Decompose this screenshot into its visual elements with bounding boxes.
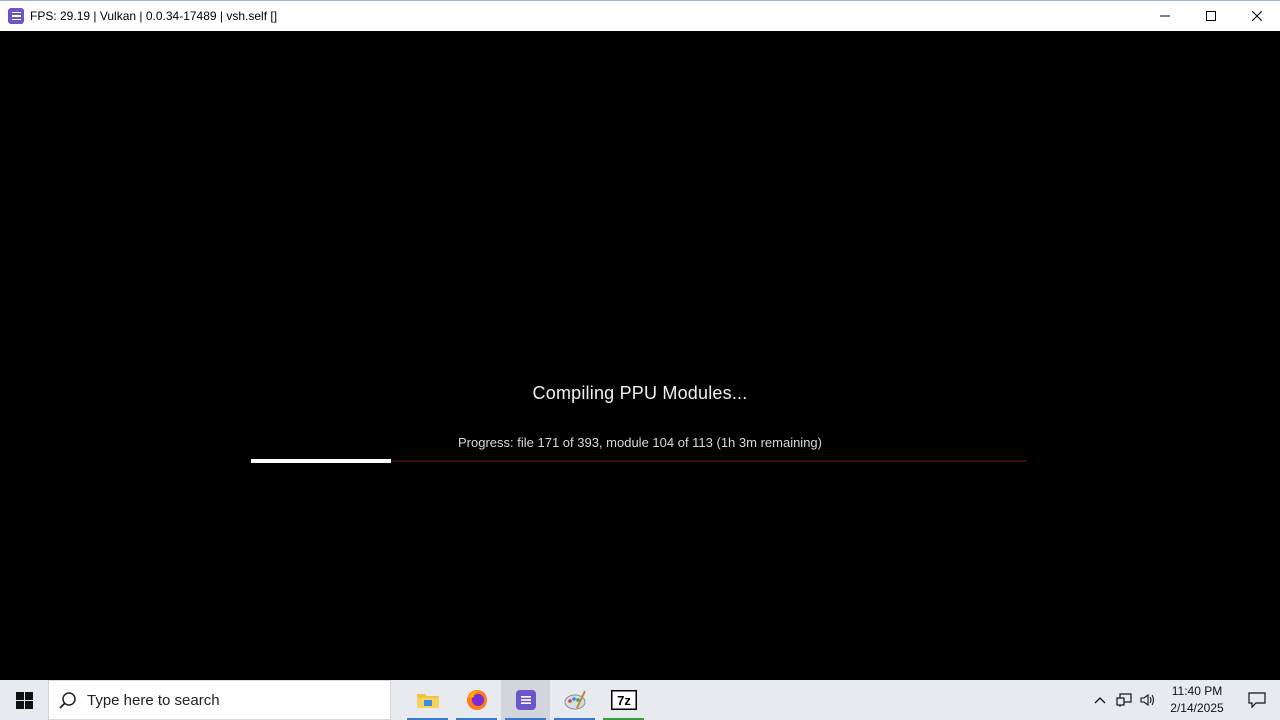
minimize-icon: [1160, 15, 1170, 17]
volume-icon[interactable]: [1136, 680, 1160, 720]
network-icon[interactable]: [1112, 680, 1136, 720]
close-button[interactable]: [1234, 1, 1280, 31]
taskbar: Type here to search 7z 11:40 PM 2/14/202…: [0, 680, 1280, 720]
firefox-icon: [466, 690, 487, 710]
search-placeholder: Type here to search: [87, 691, 220, 709]
paint-icon: [564, 690, 586, 710]
svg-text:7z: 7z: [617, 693, 631, 708]
close-icon: [1252, 11, 1262, 21]
taskbar-7zip[interactable]: 7z: [599, 680, 648, 720]
progress-bar: [251, 459, 1027, 463]
taskbar-paint[interactable]: [550, 680, 599, 720]
rpcs3-window: FPS: 29.19 | Vulkan | 0.0.34-17489 | vsh…: [0, 0, 1280, 720]
taskbar-file-explorer[interactable]: [403, 680, 452, 720]
progress-bar-fill: [251, 459, 391, 463]
tray-chevron-up-icon[interactable]: [1088, 680, 1112, 720]
title-bar[interactable]: FPS: 29.19 | Vulkan | 0.0.34-17489 | vsh…: [0, 0, 1280, 31]
maximize-icon: [1206, 11, 1216, 21]
maximize-button[interactable]: [1188, 1, 1234, 31]
window-title: FPS: 29.19 | Vulkan | 0.0.34-17489 | vsh…: [30, 9, 278, 23]
rpcs3-app-icon: [8, 8, 24, 24]
notification-icon: [1248, 692, 1266, 708]
windows-logo-icon: [15, 691, 33, 709]
rpcs3-icon: [515, 690, 536, 710]
clock-time: 11:40 PM: [1171, 684, 1223, 698]
system-tray: 11:40 PM 2/14/2025: [1088, 680, 1280, 720]
start-button[interactable]: [0, 680, 48, 720]
game-viewport: Compiling PPU Modules... Progress: file …: [0, 31, 1280, 680]
progress-status: Progress: file 171 of 393, module 104 of…: [458, 435, 822, 450]
window-controls: [1142, 1, 1280, 31]
search-icon: [49, 691, 87, 709]
compile-heading: Compiling PPU Modules...: [532, 383, 748, 403]
file-explorer-icon: [416, 694, 439, 708]
taskbar-search-box[interactable]: Type here to search: [48, 680, 391, 720]
minimize-button[interactable]: [1142, 1, 1188, 31]
clock-date: 2/14/2025: [1170, 701, 1224, 715]
taskbar-rpcs3[interactable]: [501, 680, 550, 720]
taskbar-clock[interactable]: 11:40 PM 2/14/2025: [1160, 683, 1234, 717]
7zip-icon: 7z: [610, 690, 637, 710]
taskbar-firefox[interactable]: [452, 680, 501, 720]
action-center-button[interactable]: [1234, 680, 1280, 720]
